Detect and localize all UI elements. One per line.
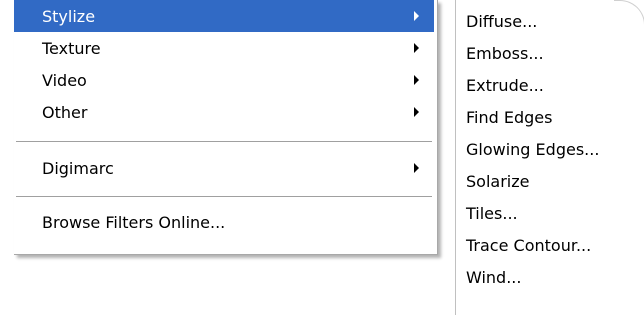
submenu-arrow-icon [414,75,419,85]
submenu-item-diffuse[interactable]: Diffuse... [456,5,644,37]
submenu-item-label: Extrude... [466,75,544,95]
menu-item-video[interactable]: Video [14,64,434,96]
menu-item-digimarc[interactable]: Digimarc [14,152,434,184]
submenu-arrow-icon [414,43,419,53]
submenu-item-extrude[interactable]: Extrude... [456,69,644,101]
menu-item-texture[interactable]: Texture [14,32,434,64]
submenu-item-label: Diffuse... [466,11,538,31]
menu-separator [16,141,432,143]
menu-item-label: Stylize [42,6,96,26]
menu-item-label: Video [42,70,87,90]
submenu-item-label: Solarize [466,171,530,191]
submenu-item-find-edges[interactable]: Find Edges [456,101,644,133]
submenu-item-label: Find Edges [466,107,553,127]
submenu-item-label: Trace Contour... [466,235,592,255]
submenu-arrow-icon [414,11,419,21]
submenu-item-emboss[interactable]: Emboss... [456,37,644,69]
menu-separator [16,196,432,198]
submenu-arrow-icon [414,163,419,173]
filter-menu: Stylize Texture Video Other Digimarc Bro… [14,0,438,255]
submenu-item-label: Glowing Edges... [466,139,600,159]
menu-item-stylize[interactable]: Stylize [14,0,434,32]
menu-item-label: Digimarc [42,158,114,178]
submenu-item-wind[interactable]: Wind... [456,261,644,293]
menu-item-other[interactable]: Other [14,96,434,128]
submenu-item-label: Tiles... [466,203,518,223]
submenu-item-solarize[interactable]: Solarize [456,165,644,197]
menu-item-label: Browse Filters Online... [42,212,226,232]
submenu-arrow-icon [414,107,419,117]
submenu-item-tiles[interactable]: Tiles... [456,197,644,229]
submenu-item-glowing-edges[interactable]: Glowing Edges... [456,133,644,165]
submenu-item-label: Wind... [466,267,522,287]
menu-item-browse-filters-online[interactable]: Browse Filters Online... [14,206,434,238]
menu-item-label: Other [42,102,88,122]
menu-item-label: Texture [42,38,101,58]
submenu-item-label: Emboss... [466,43,544,63]
stylize-submenu: Diffuse... Emboss... Extrude... Find Edg… [455,0,644,315]
submenu-item-trace-contour[interactable]: Trace Contour... [456,229,644,261]
